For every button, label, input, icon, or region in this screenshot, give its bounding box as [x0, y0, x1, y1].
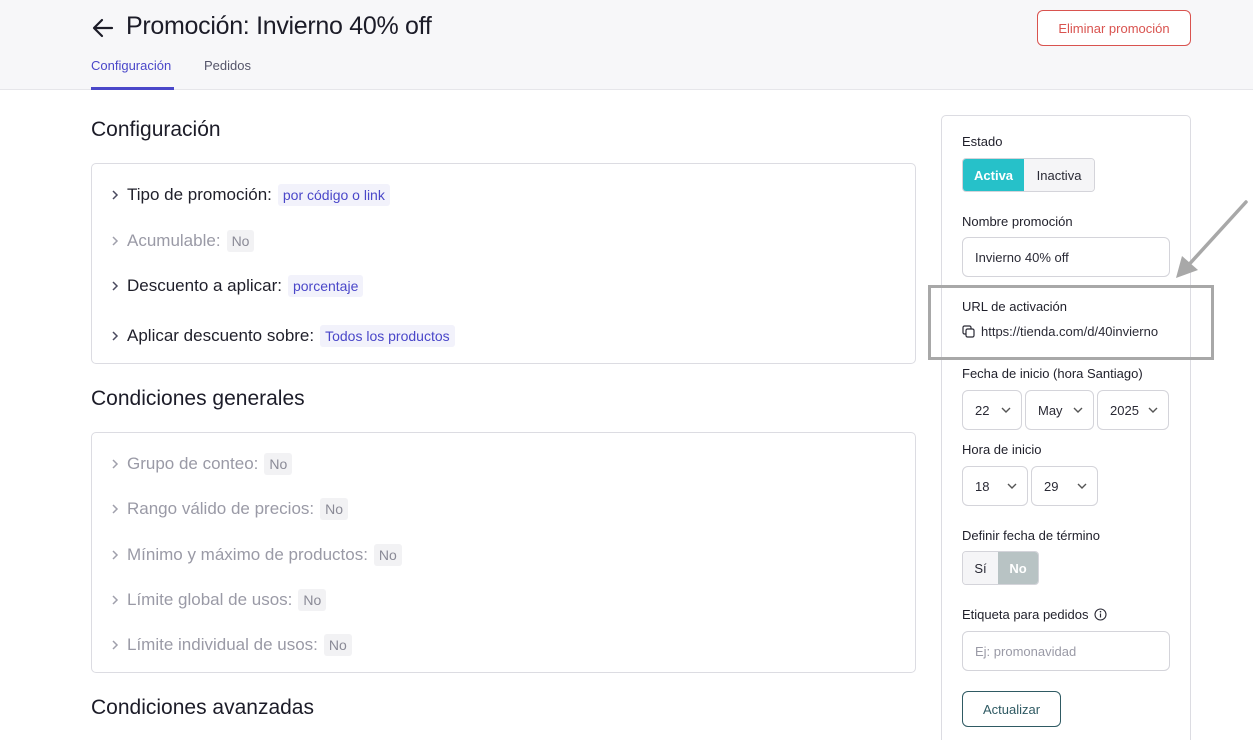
fecha-year-select[interactable]: 2025	[1097, 390, 1169, 430]
page-header: Promoción: Invierno 40% off Eliminar pro…	[0, 0, 1253, 90]
hora-minute-select[interactable]: 29	[1031, 466, 1098, 506]
active-tab-indicator	[91, 87, 174, 90]
etiqueta-label: Etiqueta para pedidos	[962, 607, 1089, 622]
termino-toggle: Sí No	[962, 551, 1039, 585]
general-row-limite-individual[interactable]: Límite individual de usos: No	[109, 634, 352, 656]
row-label: Descuento a aplicar:	[127, 276, 282, 295]
annotation-highlight-box	[928, 285, 1214, 360]
row-value: No	[320, 498, 349, 520]
chevron-right-icon	[112, 595, 119, 605]
chevron-right-icon	[112, 640, 119, 650]
hora-hour-select[interactable]: 18	[962, 466, 1028, 506]
config-card: Tipo de promoción: por código o link Acu…	[91, 163, 916, 364]
chevron-right-icon	[112, 331, 119, 341]
termino-si-option[interactable]: Sí	[963, 552, 999, 584]
tab-pedidos[interactable]: Pedidos	[204, 58, 251, 73]
chevron-right-icon	[112, 550, 119, 560]
config-row-descuento[interactable]: Descuento a aplicar: porcentaje	[109, 275, 364, 297]
chevron-down-icon	[1007, 483, 1017, 489]
row-value: porcentaje	[287, 275, 364, 297]
select-value: 22	[975, 402, 990, 418]
fecha-label: Fecha de inicio (hora Santiago)	[962, 366, 1143, 381]
row-value: No	[373, 544, 402, 566]
section-title-configuracion: Configuración	[91, 118, 221, 141]
chevron-down-icon	[1073, 407, 1083, 413]
chevron-right-icon	[112, 190, 119, 200]
row-label: Rango válido de precios:	[127, 499, 315, 518]
chevron-down-icon	[1148, 407, 1158, 413]
estado-toggle: Activa Inactiva	[962, 158, 1095, 192]
etiqueta-input[interactable]: Ej: promonavidad	[962, 631, 1170, 671]
general-card: Grupo de conteo: No Rango válido de prec…	[91, 432, 916, 673]
update-button[interactable]: Actualizar	[962, 691, 1061, 727]
select-value: 2025	[1110, 402, 1139, 418]
section-title-condiciones-avanzadas: Condiciones avanzadas	[91, 696, 314, 719]
row-value: No	[264, 453, 293, 475]
chevron-down-icon	[1077, 483, 1087, 489]
termino-label: Definir fecha de término	[962, 528, 1101, 543]
select-value: 18	[975, 478, 990, 494]
row-label: Aplicar descuento sobre:	[127, 326, 315, 345]
estado-inactiva-option[interactable]: Inactiva	[1024, 159, 1094, 191]
row-value: No	[323, 634, 352, 656]
termino-no-option[interactable]: No	[998, 552, 1038, 584]
row-label: Límite global de usos:	[127, 590, 293, 609]
estado-activa-option[interactable]: Activa	[963, 159, 1025, 191]
general-row-grupo[interactable]: Grupo de conteo: No	[109, 453, 293, 475]
etiqueta-label-row: Etiqueta para pedidos	[962, 607, 1108, 622]
page-title: Promoción: Invierno 40% off	[126, 12, 432, 40]
row-label: Límite individual de usos:	[127, 635, 318, 654]
chevron-right-icon	[112, 236, 119, 246]
back-arrow-icon[interactable]	[91, 15, 115, 41]
fecha-day-select[interactable]: 22	[962, 390, 1022, 430]
fecha-month-select[interactable]: May	[1025, 390, 1094, 430]
delete-promotion-button[interactable]: Eliminar promoción	[1037, 10, 1191, 46]
row-value: por código o link	[277, 184, 390, 206]
row-label: Acumulable:	[127, 231, 221, 250]
general-row-rango[interactable]: Rango válido de precios: No	[109, 498, 349, 520]
tab-configuracion[interactable]: Configuración	[91, 58, 171, 73]
section-title-condiciones-generales: Condiciones generales	[91, 387, 305, 410]
chevron-right-icon	[112, 459, 119, 469]
annotation-arrow-icon	[1176, 200, 1248, 278]
general-row-limite-global[interactable]: Límite global de usos: No	[109, 589, 327, 611]
config-row-tipo[interactable]: Tipo de promoción: por código o link	[109, 184, 390, 206]
row-value: No	[298, 589, 327, 611]
estado-label: Estado	[962, 134, 1003, 149]
row-value: No	[226, 230, 255, 252]
nombre-input[interactable]: Invierno 40% off	[962, 237, 1170, 277]
hora-label: Hora de inicio	[962, 442, 1042, 457]
chevron-down-icon	[1001, 407, 1011, 413]
row-value: Todos los productos	[320, 325, 455, 347]
chevron-right-icon	[112, 281, 119, 291]
config-row-acumulable[interactable]: Acumulable: No	[109, 230, 255, 252]
row-label: Mínimo y máximo de productos:	[127, 545, 368, 564]
general-row-minmax[interactable]: Mínimo y máximo de productos: No	[109, 544, 402, 566]
info-icon[interactable]	[1094, 608, 1108, 621]
nombre-label: Nombre promoción	[962, 214, 1073, 229]
row-label: Grupo de conteo:	[127, 454, 259, 473]
row-label: Tipo de promoción:	[127, 185, 272, 204]
config-row-aplicar[interactable]: Aplicar descuento sobre: Todos los produ…	[109, 325, 455, 347]
chevron-right-icon	[112, 504, 119, 514]
select-value: 29	[1044, 478, 1059, 494]
select-value: May	[1038, 402, 1063, 418]
